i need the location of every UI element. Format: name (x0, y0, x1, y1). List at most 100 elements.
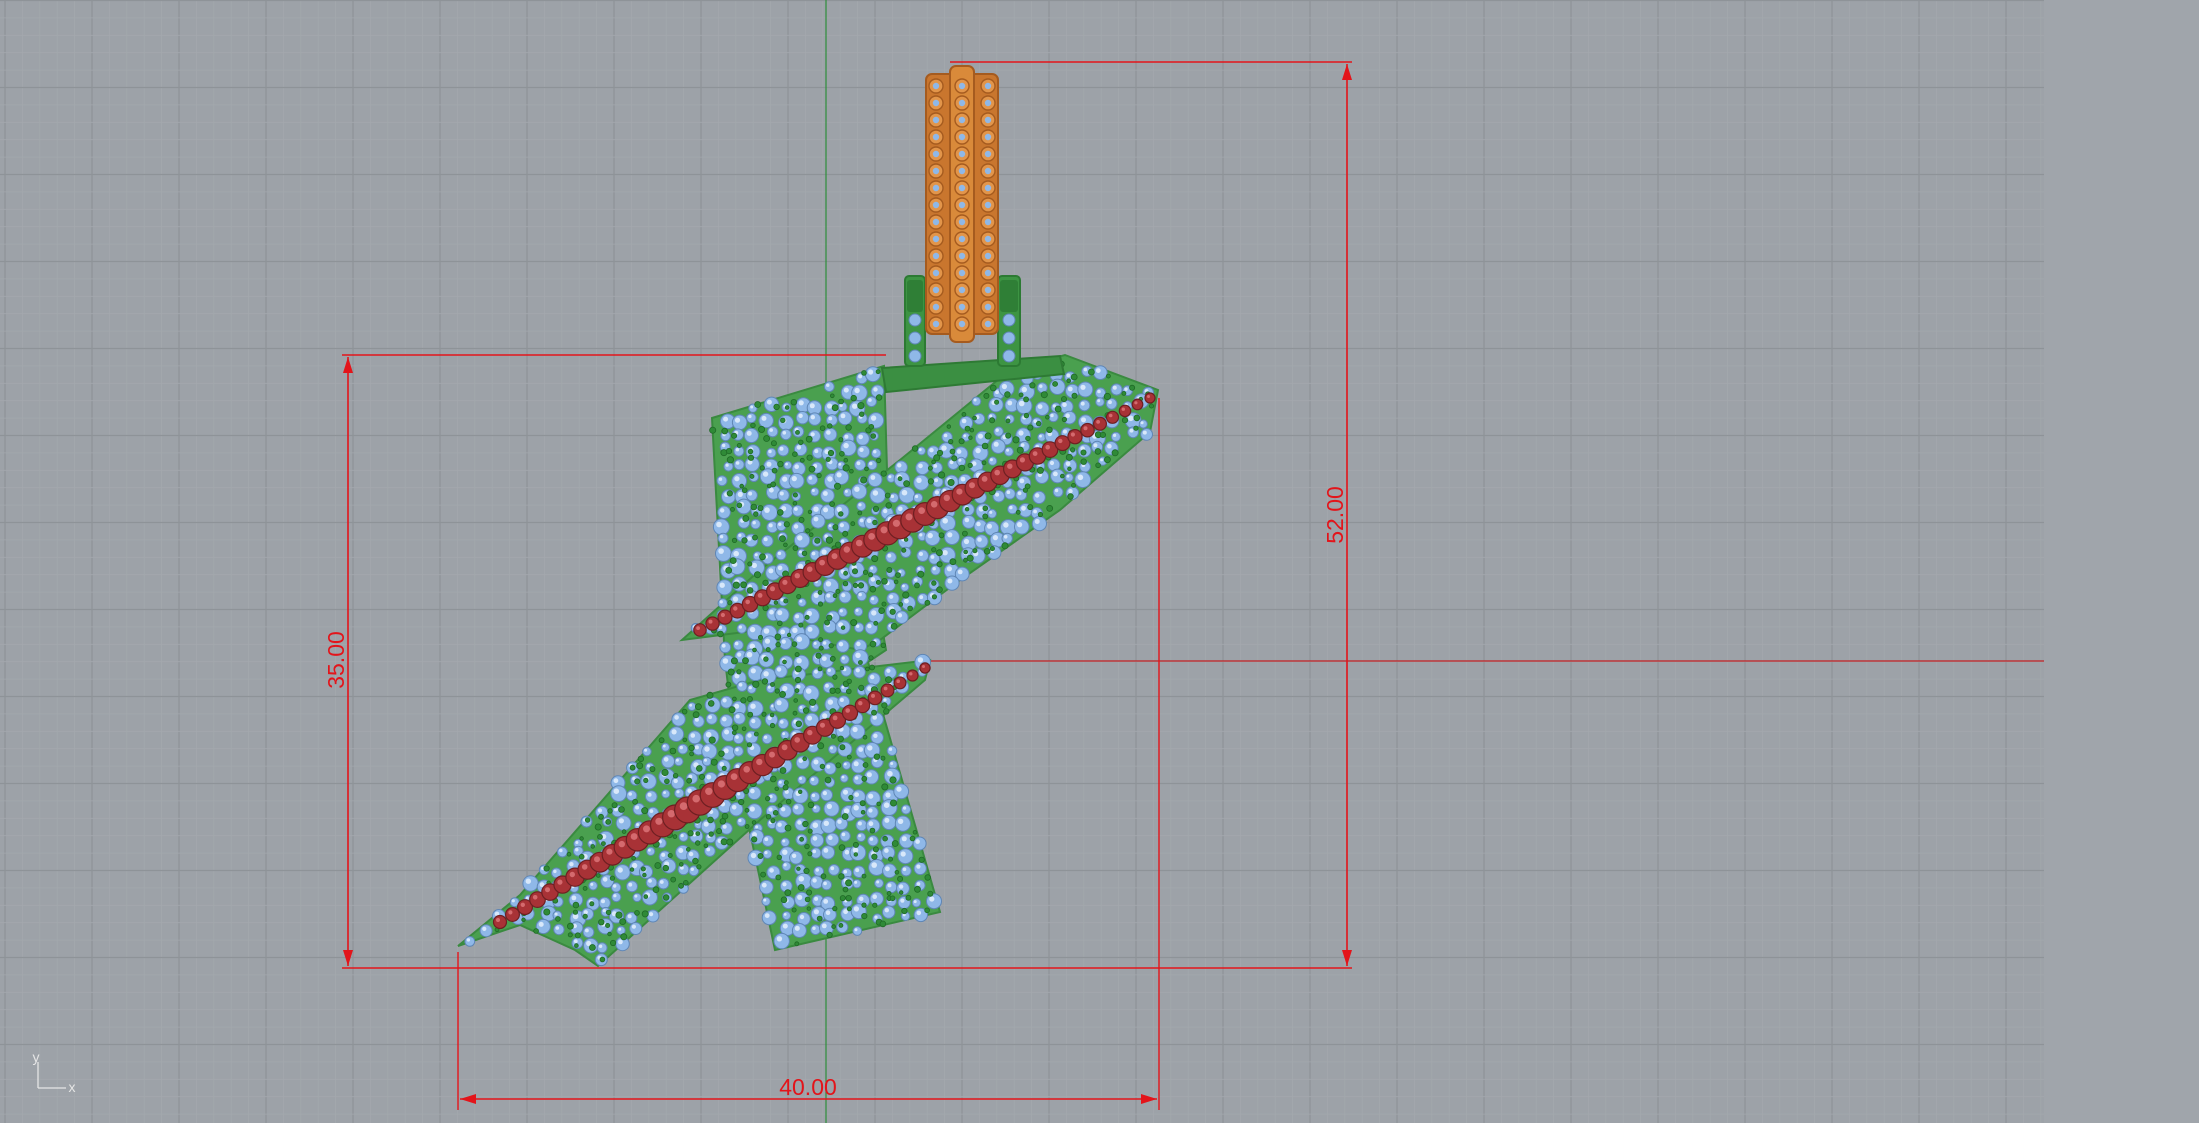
dimension-label-width[interactable]: 40.00 (779, 1074, 837, 1100)
stone-highlight (840, 413, 846, 419)
stone-highlight (794, 507, 798, 511)
prong-bead (777, 803, 783, 808)
dimension-label-right-height[interactable]: 52.00 (1322, 486, 1348, 544)
prong-bead (927, 890, 934, 897)
prong-bead (876, 801, 881, 807)
prong-bead (643, 894, 649, 899)
stone-highlight (843, 762, 847, 766)
prong-bead (1027, 424, 1034, 431)
post-stone (1002, 313, 1016, 327)
pave-stone (717, 505, 731, 520)
pave-stone (615, 815, 632, 831)
pave-stone (823, 427, 838, 442)
pave-stone (522, 875, 539, 892)
prong-bead (799, 457, 805, 463)
stone-highlight (1045, 444, 1050, 450)
stone-highlight (867, 623, 872, 629)
pave-stone (767, 426, 779, 438)
bail-stone (984, 320, 992, 328)
prong-bead (731, 730, 737, 736)
stone-highlight (569, 862, 574, 867)
prong-bead (747, 448, 754, 455)
pave-stone (868, 859, 886, 876)
stone-highlight (692, 794, 700, 803)
stone-highlight (1140, 421, 1144, 425)
prong-bead (590, 844, 595, 849)
prong-bead (869, 827, 876, 834)
stone-highlight (929, 896, 935, 902)
prong-bead (695, 831, 701, 836)
prong-bead (875, 394, 883, 401)
dimension-label-left-height[interactable]: 35.00 (323, 631, 349, 689)
stone-highlight (1065, 413, 1070, 419)
stone-highlight (969, 482, 975, 489)
stone-highlight (1065, 461, 1071, 467)
stone-highlight (767, 685, 771, 689)
stone-highlight (873, 387, 878, 392)
prong-bead (1001, 542, 1009, 550)
stone-highlight (719, 582, 725, 588)
prong-bead (852, 582, 859, 589)
prong-bead (763, 435, 770, 442)
stone-highlight (811, 793, 816, 798)
stone-highlight (957, 569, 963, 575)
pave-stone (974, 534, 989, 549)
stone-highlight (647, 764, 650, 768)
stone-highlight (628, 882, 633, 887)
prong-bead (727, 600, 733, 606)
prong-bead (681, 708, 688, 715)
prong-bead (780, 417, 786, 423)
stone-highlight (766, 461, 772, 467)
pave-stone (733, 711, 746, 725)
pave-stone (610, 882, 622, 893)
prong-bead (779, 767, 787, 774)
stone-highlight (838, 462, 842, 466)
viewport-front[interactable]: 40.00 35.00 52.00 y x (0, 0, 2199, 1123)
prong-bead (1103, 392, 1112, 401)
prong-bead (880, 470, 887, 477)
prong-bead (846, 906, 852, 912)
prong-bead (779, 691, 786, 698)
stone-highlight (807, 729, 813, 736)
prong-bead (880, 642, 886, 648)
stone-highlight (866, 518, 872, 523)
stone-highlight (870, 577, 876, 582)
prong-bead (981, 442, 989, 450)
pave-stone (661, 742, 670, 752)
stone-highlight (870, 475, 876, 480)
stone-highlight (852, 403, 858, 409)
pave-stone (1110, 431, 1122, 442)
prong-bead (927, 465, 933, 471)
stone-highlight (855, 668, 860, 673)
stone-highlight (749, 806, 755, 812)
prong-bead (746, 696, 753, 703)
pave-stone (588, 880, 598, 891)
stone-highlight (791, 853, 797, 858)
bail-stone (932, 303, 940, 311)
stone-highlight (762, 471, 769, 477)
stone-highlight (992, 535, 999, 541)
stone-highlight (826, 593, 831, 598)
prong-bead (769, 712, 775, 718)
pave-stone (719, 714, 734, 728)
stone-highlight (694, 717, 699, 722)
pave-stone (596, 942, 608, 954)
stone-highlight (722, 443, 726, 448)
stone-highlight (845, 708, 850, 713)
prong-bead (747, 454, 755, 461)
stone-highlight (858, 434, 863, 440)
stone-highlight (898, 884, 904, 889)
stone-highlight (735, 764, 740, 769)
prong-bead (902, 591, 910, 599)
pave-stone (987, 456, 998, 466)
prong-bead (897, 875, 904, 882)
stone-highlight (743, 766, 750, 773)
prong-bead (725, 681, 732, 688)
stone-highlight (799, 599, 803, 603)
prong-bead (769, 775, 777, 783)
ruby-stone (1105, 410, 1120, 424)
prong-bead (860, 476, 868, 484)
stone-highlight (780, 720, 784, 724)
prong-bead (843, 457, 849, 463)
pave-stone (806, 473, 819, 486)
